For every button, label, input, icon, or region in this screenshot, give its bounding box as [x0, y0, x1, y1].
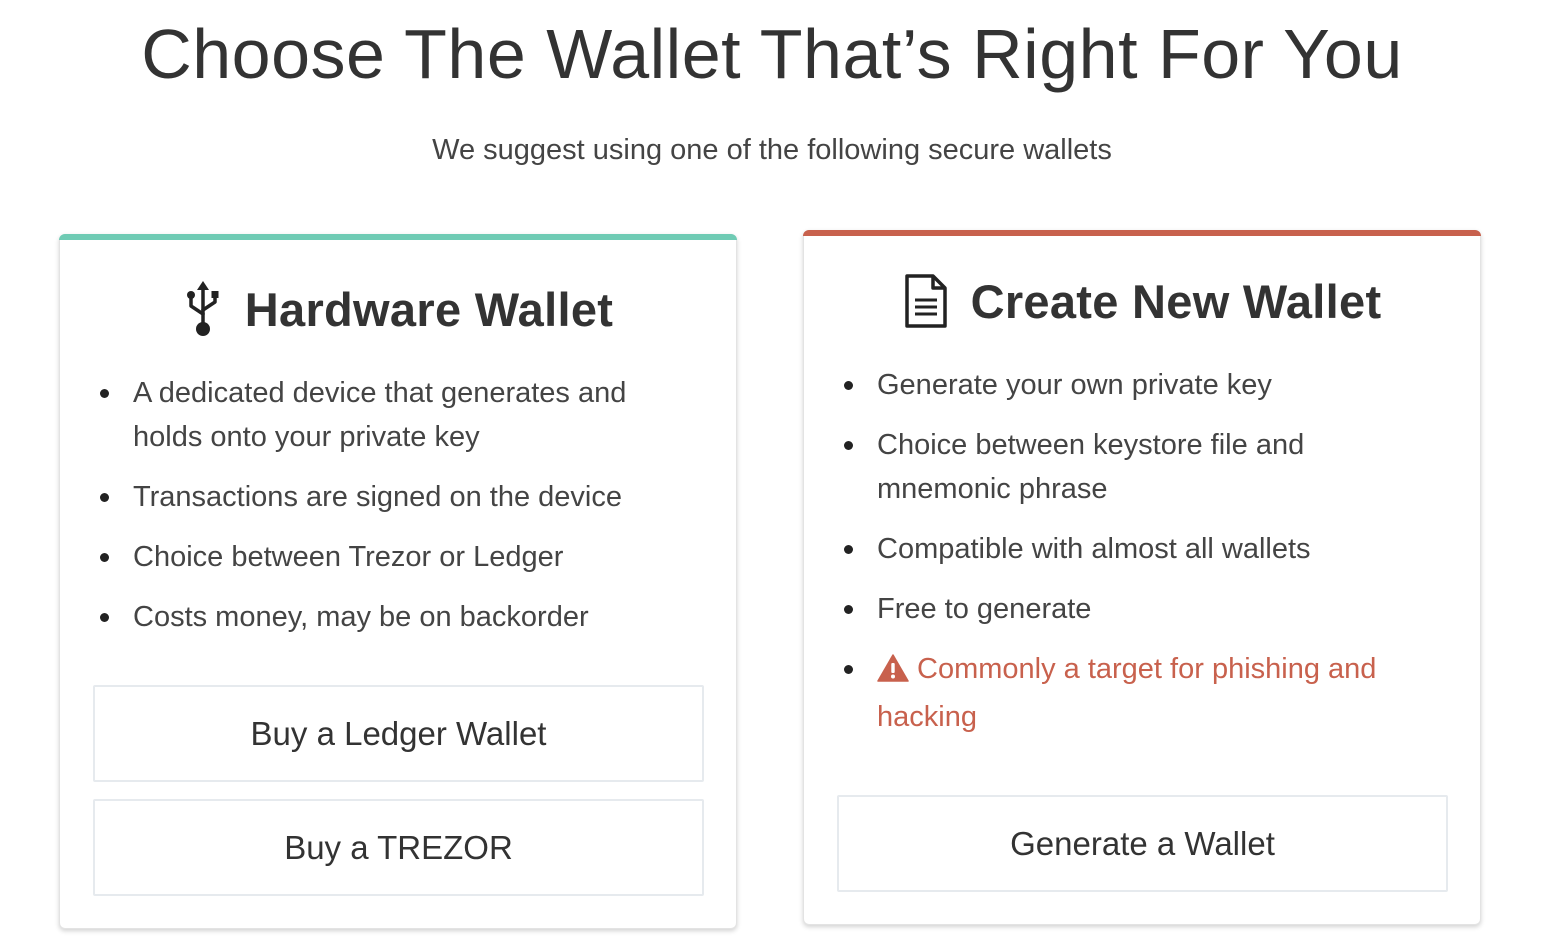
list-item: Generate your own private key	[844, 363, 1440, 407]
usb-icon	[183, 280, 223, 338]
page-title: Choose The Wallet That’s Right For You	[141, 15, 1403, 93]
feature-list: Generate your own private key Choice bet…	[844, 363, 1440, 755]
create-wallet-card: Create New Wallet Generate your own priv…	[803, 230, 1481, 925]
card-header: Create New Wallet	[804, 271, 1480, 331]
card-header: Hardware Wallet	[60, 279, 736, 339]
list-item: Choice between keystore file and mnemoni…	[844, 423, 1440, 511]
list-item: Free to generate	[844, 587, 1440, 631]
buy-ledger-button[interactable]: Buy a Ledger Wallet	[93, 685, 704, 782]
hardware-wallet-card: Hardware Wallet A dedicated device that …	[59, 234, 737, 929]
buy-trezor-button[interactable]: Buy a TREZOR	[93, 799, 704, 896]
page: Choose The Wallet That’s Right For You W…	[0, 0, 1544, 944]
warning-text: Commonly a target for phishing and hacki…	[877, 653, 1377, 733]
document-icon	[903, 273, 949, 329]
list-item: Compatible with almost all wallets	[844, 527, 1440, 571]
list-item: Choice between Trezor or Ledger	[100, 535, 696, 579]
warning-icon	[877, 651, 909, 695]
card-accent-bar	[803, 230, 1481, 236]
feature-list: A dedicated device that generates and ho…	[100, 371, 696, 655]
page-subtitle: We suggest using one of the following se…	[432, 134, 1112, 166]
warning-list-item: Commonly a target for phishing and hacki…	[844, 647, 1440, 739]
list-item: Transactions are signed on the device	[100, 475, 696, 519]
list-item: A dedicated device that generates and ho…	[100, 371, 696, 459]
card-title: Hardware Wallet	[244, 282, 614, 336]
list-item: Costs money, may be on backorder	[100, 595, 696, 639]
card-title: Create New Wallet	[970, 274, 1382, 328]
card-accent-bar	[59, 234, 737, 240]
generate-wallet-button[interactable]: Generate a Wallet	[837, 795, 1448, 892]
